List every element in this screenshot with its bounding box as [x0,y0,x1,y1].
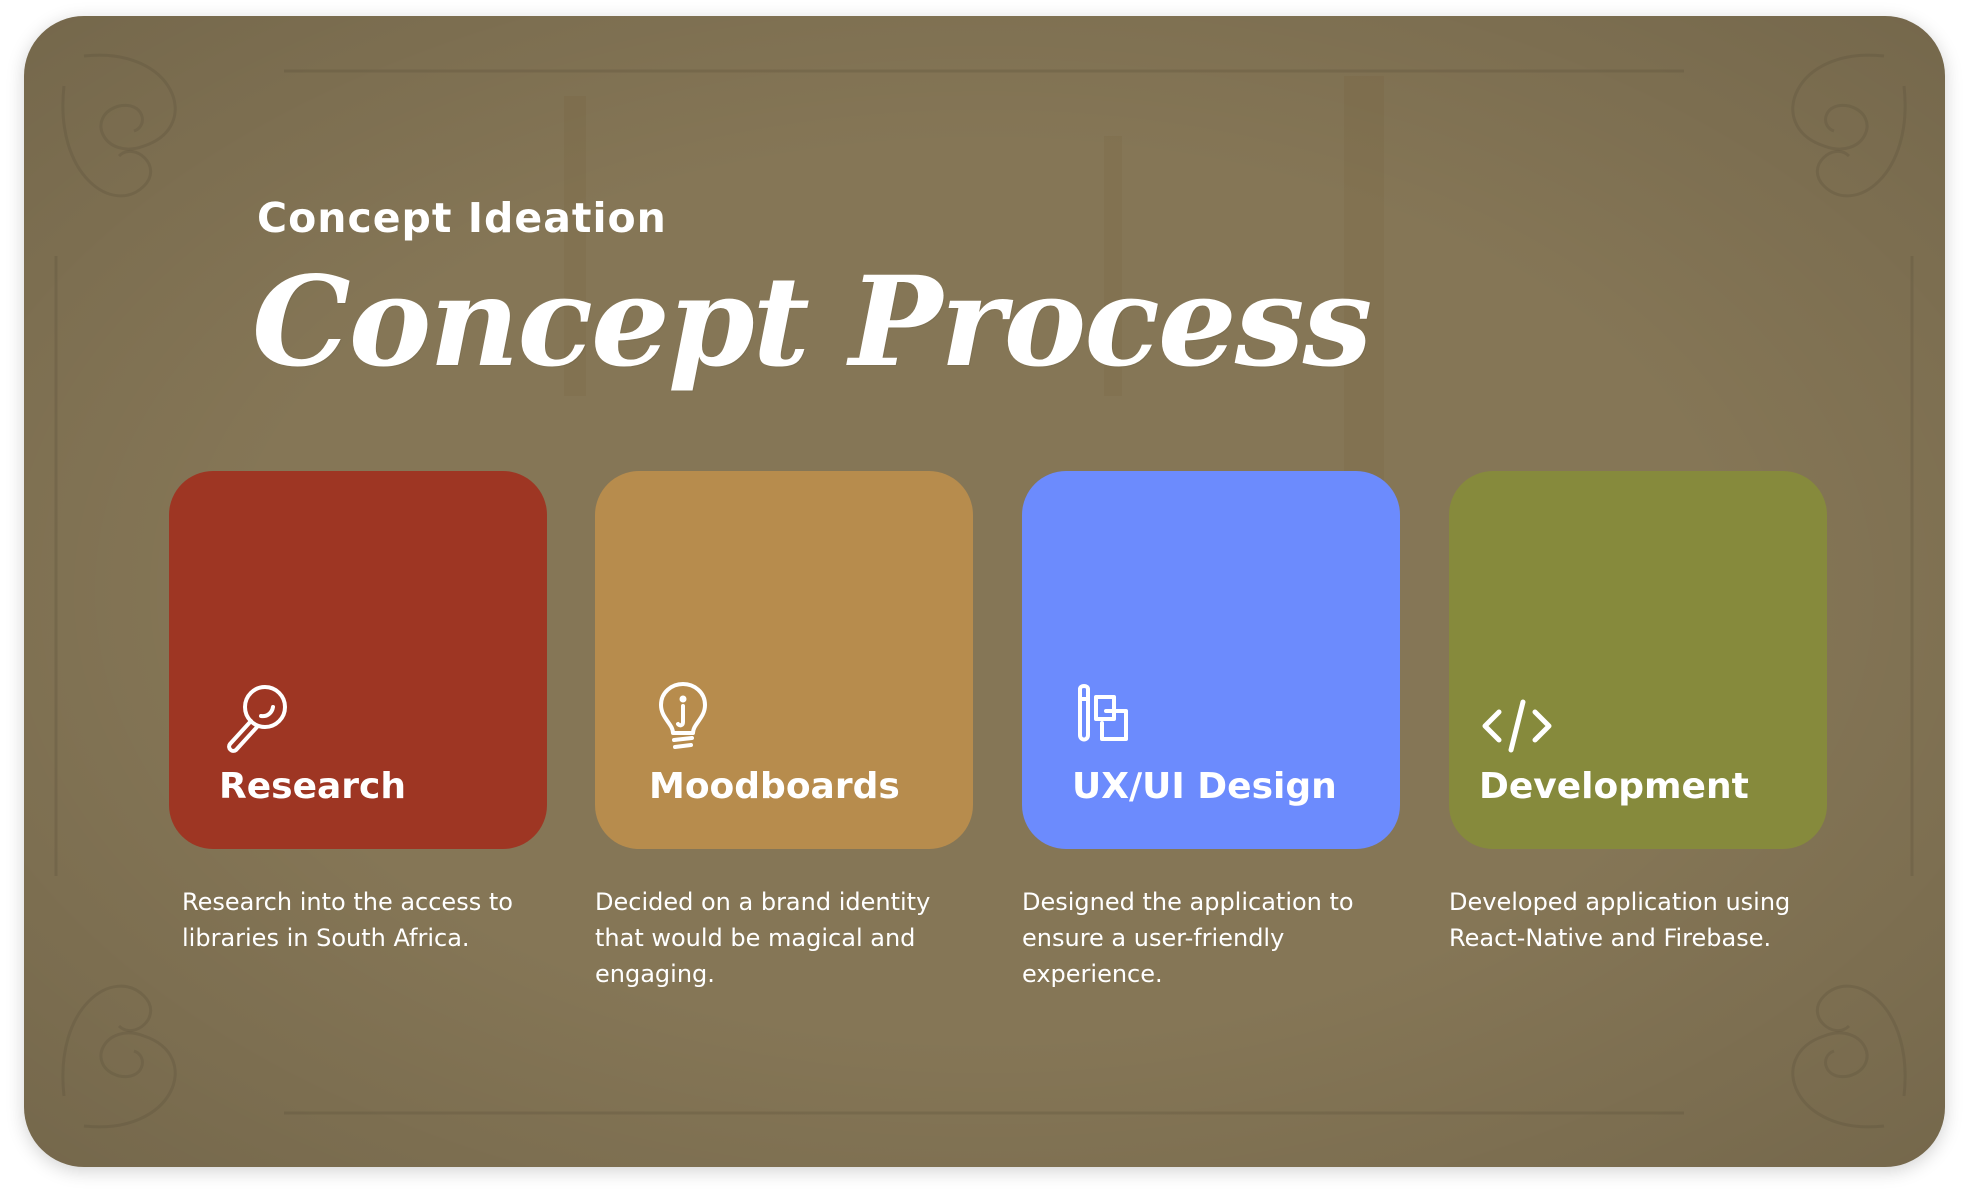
moodboards-card[interactable]: Moodboards [595,471,973,849]
concept-process-panel: Concept Ideation Concept Process Researc… [24,16,1945,1167]
development-card[interactable]: Development [1449,471,1827,849]
development-description: Developed application using React-Native… [1449,888,1791,952]
moodboards-description: Decided on a brand identity that would b… [595,888,931,988]
moodboards-card-title: Moodboards [649,766,900,807]
magnifying-glass-icon [217,678,297,758]
uxui-design-description: Designed the application to ensure a use… [1022,888,1354,988]
eyebrow-label: Concept Ideation [257,194,667,242]
page-title: Concept Process [252,250,1372,395]
research-description: Research into the access to libraries in… [182,888,513,952]
development-card-title: Development [1479,766,1749,807]
research-card[interactable]: Research [169,471,547,849]
code-icon [1477,686,1557,766]
uxui-design-card[interactable]: UX/UI Design [1022,471,1400,849]
uxui-design-card-title: UX/UI Design [1072,766,1337,807]
research-card-title: Research [219,766,406,807]
design-tools-icon [1066,679,1146,759]
lightbulb-icon [645,678,725,758]
